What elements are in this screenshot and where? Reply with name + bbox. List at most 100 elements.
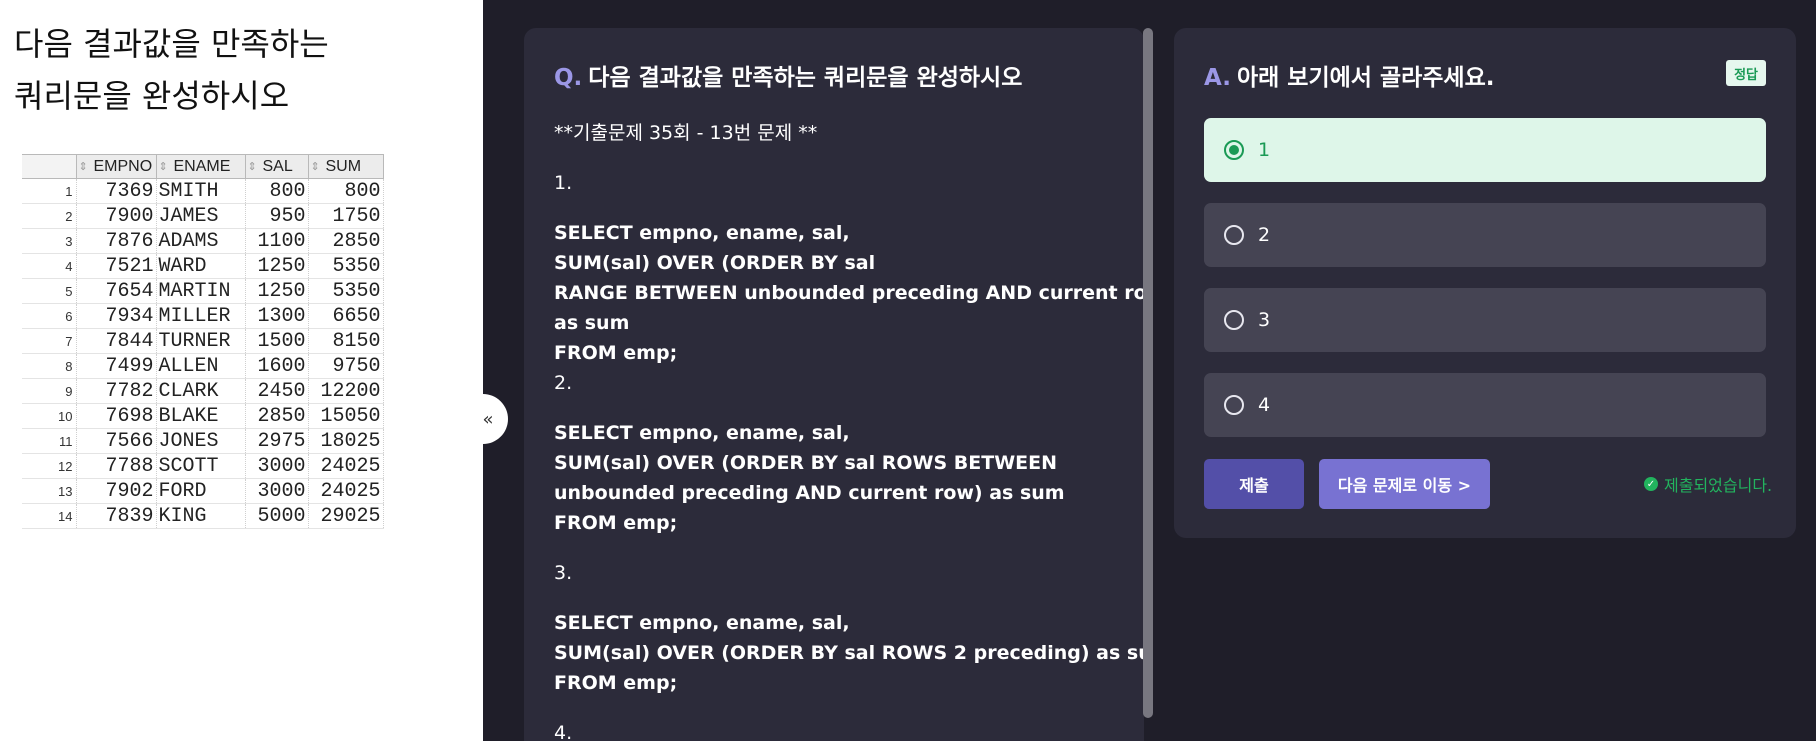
sal-cell: 1250: [245, 278, 309, 304]
check-circle-icon: ✓: [1644, 477, 1658, 491]
row-number-cell: 14: [22, 503, 77, 529]
answer-option-3[interactable]: 3: [1204, 288, 1766, 352]
radio-icon[interactable]: [1224, 395, 1244, 415]
table-row: 5 7654 MARTIN 1250 5350: [22, 278, 384, 304]
empno-cell: 7654: [76, 278, 157, 304]
sal-cell: 1250: [245, 253, 309, 279]
sal-cell: 800: [245, 178, 309, 204]
answer-option-label: 4: [1258, 394, 1271, 416]
answer-option-4[interactable]: 4: [1204, 373, 1766, 437]
option-4-number: 4.: [554, 722, 573, 741]
row-number-cell: 2: [22, 203, 77, 229]
ename-cell: MILLER: [156, 303, 246, 329]
sal-cell: 2850: [245, 403, 309, 429]
row-number-cell: 7: [22, 328, 77, 354]
sal-cell: 1300: [245, 303, 309, 329]
table-row: 9 7782 CLARK 2450 12200: [22, 378, 384, 404]
sum-cell: 6650: [308, 303, 384, 329]
sort-icon: ⇕: [310, 160, 320, 173]
sum-cell: 12200: [308, 378, 384, 404]
question-source: **기출문제 35회 - 13번 문제 **: [554, 122, 818, 144]
row-number-cell: 11: [22, 428, 77, 454]
answer-option-label: 2: [1258, 224, 1271, 246]
question-scrollbar[interactable]: [1143, 28, 1153, 718]
row-number-cell: 4: [22, 253, 77, 279]
sal-cell: 5000: [245, 503, 309, 529]
double-chevron-left-icon: «: [482, 408, 494, 430]
row-number-cell: 5: [22, 278, 77, 304]
problem-title-line1: 다음 결과값을 만족하는: [14, 25, 329, 63]
ename-cell: CLARK: [156, 378, 246, 404]
ename-cell: JONES: [156, 428, 246, 454]
option-2-number: 2.: [554, 372, 573, 394]
submitted-status: ✓ 제출되었습니다.: [1644, 472, 1772, 496]
sal-cell: 1100: [245, 228, 309, 254]
ename-cell: SCOTT: [156, 453, 246, 479]
row-number-header: [22, 154, 77, 179]
table-row: 2 7900 JAMES 950 1750: [22, 203, 384, 229]
table-row: 3 7876 ADAMS 1100 2850: [22, 228, 384, 254]
column-header[interactable]: ⇕ EMPNO: [75, 154, 157, 179]
collapse-panel-button[interactable]: «: [468, 394, 508, 444]
answer-option-2[interactable]: 2: [1204, 203, 1766, 267]
column-header[interactable]: ⇕ ENAME: [155, 154, 246, 179]
submit-button[interactable]: 제출: [1204, 459, 1304, 509]
sort-icon: ⇕: [247, 160, 257, 173]
row-number-cell: 8: [22, 353, 77, 379]
ename-cell: KING: [156, 503, 246, 529]
option-3-number: 3.: [554, 562, 573, 584]
empno-cell: 7902: [76, 478, 157, 504]
question-mark: Q.: [554, 65, 583, 91]
option-3-code: SELECT empno, ename, sal, SUM(sal) OVER …: [554, 612, 1144, 694]
sum-cell: 5350: [308, 253, 384, 279]
empno-cell: 7900: [76, 203, 157, 229]
submitted-status-text: 제출되었습니다.: [1664, 476, 1773, 495]
answer-option-label: 1: [1258, 139, 1271, 161]
answer-heading: A. 아래 보기에서 골라주세요.: [1204, 58, 1494, 92]
answer-option-label: 3: [1258, 309, 1271, 331]
sort-icon: ⇕: [78, 160, 88, 173]
answer-title: 아래 보기에서 골라주세요.: [1236, 65, 1495, 91]
ename-cell: SMITH: [156, 178, 246, 204]
row-number-cell: 10: [22, 403, 77, 429]
sal-cell: 3000: [245, 478, 309, 504]
empno-cell: 7499: [76, 353, 157, 379]
empno-cell: 7934: [76, 303, 157, 329]
sal-cell: 950: [245, 203, 309, 229]
radio-icon[interactable]: [1224, 310, 1244, 330]
table-row: 10 7698 BLAKE 2850 15050: [22, 403, 384, 429]
sum-cell: 24025: [308, 453, 384, 479]
table-row: 13 7902 FORD 3000 24025: [22, 478, 384, 504]
option-1-number: 1.: [554, 172, 573, 194]
ename-cell: MARTIN: [156, 278, 246, 304]
empno-cell: 7788: [76, 453, 157, 479]
sum-cell: 800: [308, 178, 384, 204]
answer-mark: A.: [1204, 65, 1231, 91]
sum-cell: 24025: [308, 478, 384, 504]
sal-cell: 1500: [245, 328, 309, 354]
table-row: 7 7844 TURNER 1500 8150: [22, 328, 384, 354]
result-table: ⇕ EMPNO ⇕ ENAME ⇕ SAL ⇕ SUM 1 7369 SMITH 800 800…: [22, 154, 384, 529]
problem-title-line2: 쿼리문을 완성하시오: [14, 77, 290, 115]
sal-cell: 1600: [245, 353, 309, 379]
empno-cell: 7521: [76, 253, 157, 279]
sum-cell: 18025: [308, 428, 384, 454]
question-heading: Q. 다음 결과값을 만족하는 쿼리문을 완성하시오: [554, 58, 1022, 92]
sal-cell: 2975: [245, 428, 309, 454]
column-header[interactable]: ⇕ SAL: [244, 154, 309, 179]
table-row: 14 7839 KING 5000 29025: [22, 503, 384, 529]
answer-option-1[interactable]: 1: [1204, 118, 1766, 182]
result-table-header: ⇕ EMPNO ⇕ ENAME ⇕ SAL ⇕ SUM: [22, 154, 384, 179]
row-number-cell: 12: [22, 453, 77, 479]
column-header[interactable]: ⇕ SUM: [307, 154, 384, 179]
empno-cell: 7844: [76, 328, 157, 354]
table-row: 12 7788 SCOTT 3000 24025: [22, 453, 384, 479]
ename-cell: FORD: [156, 478, 246, 504]
radio-selected-icon[interactable]: [1224, 140, 1244, 160]
radio-icon[interactable]: [1224, 225, 1244, 245]
row-number-cell: 6: [22, 303, 77, 329]
correct-badge: 정답: [1726, 60, 1766, 86]
sum-cell: 9750: [308, 353, 384, 379]
empno-cell: 7566: [76, 428, 157, 454]
next-question-button[interactable]: 다음 문제로 이동 >: [1319, 459, 1490, 509]
